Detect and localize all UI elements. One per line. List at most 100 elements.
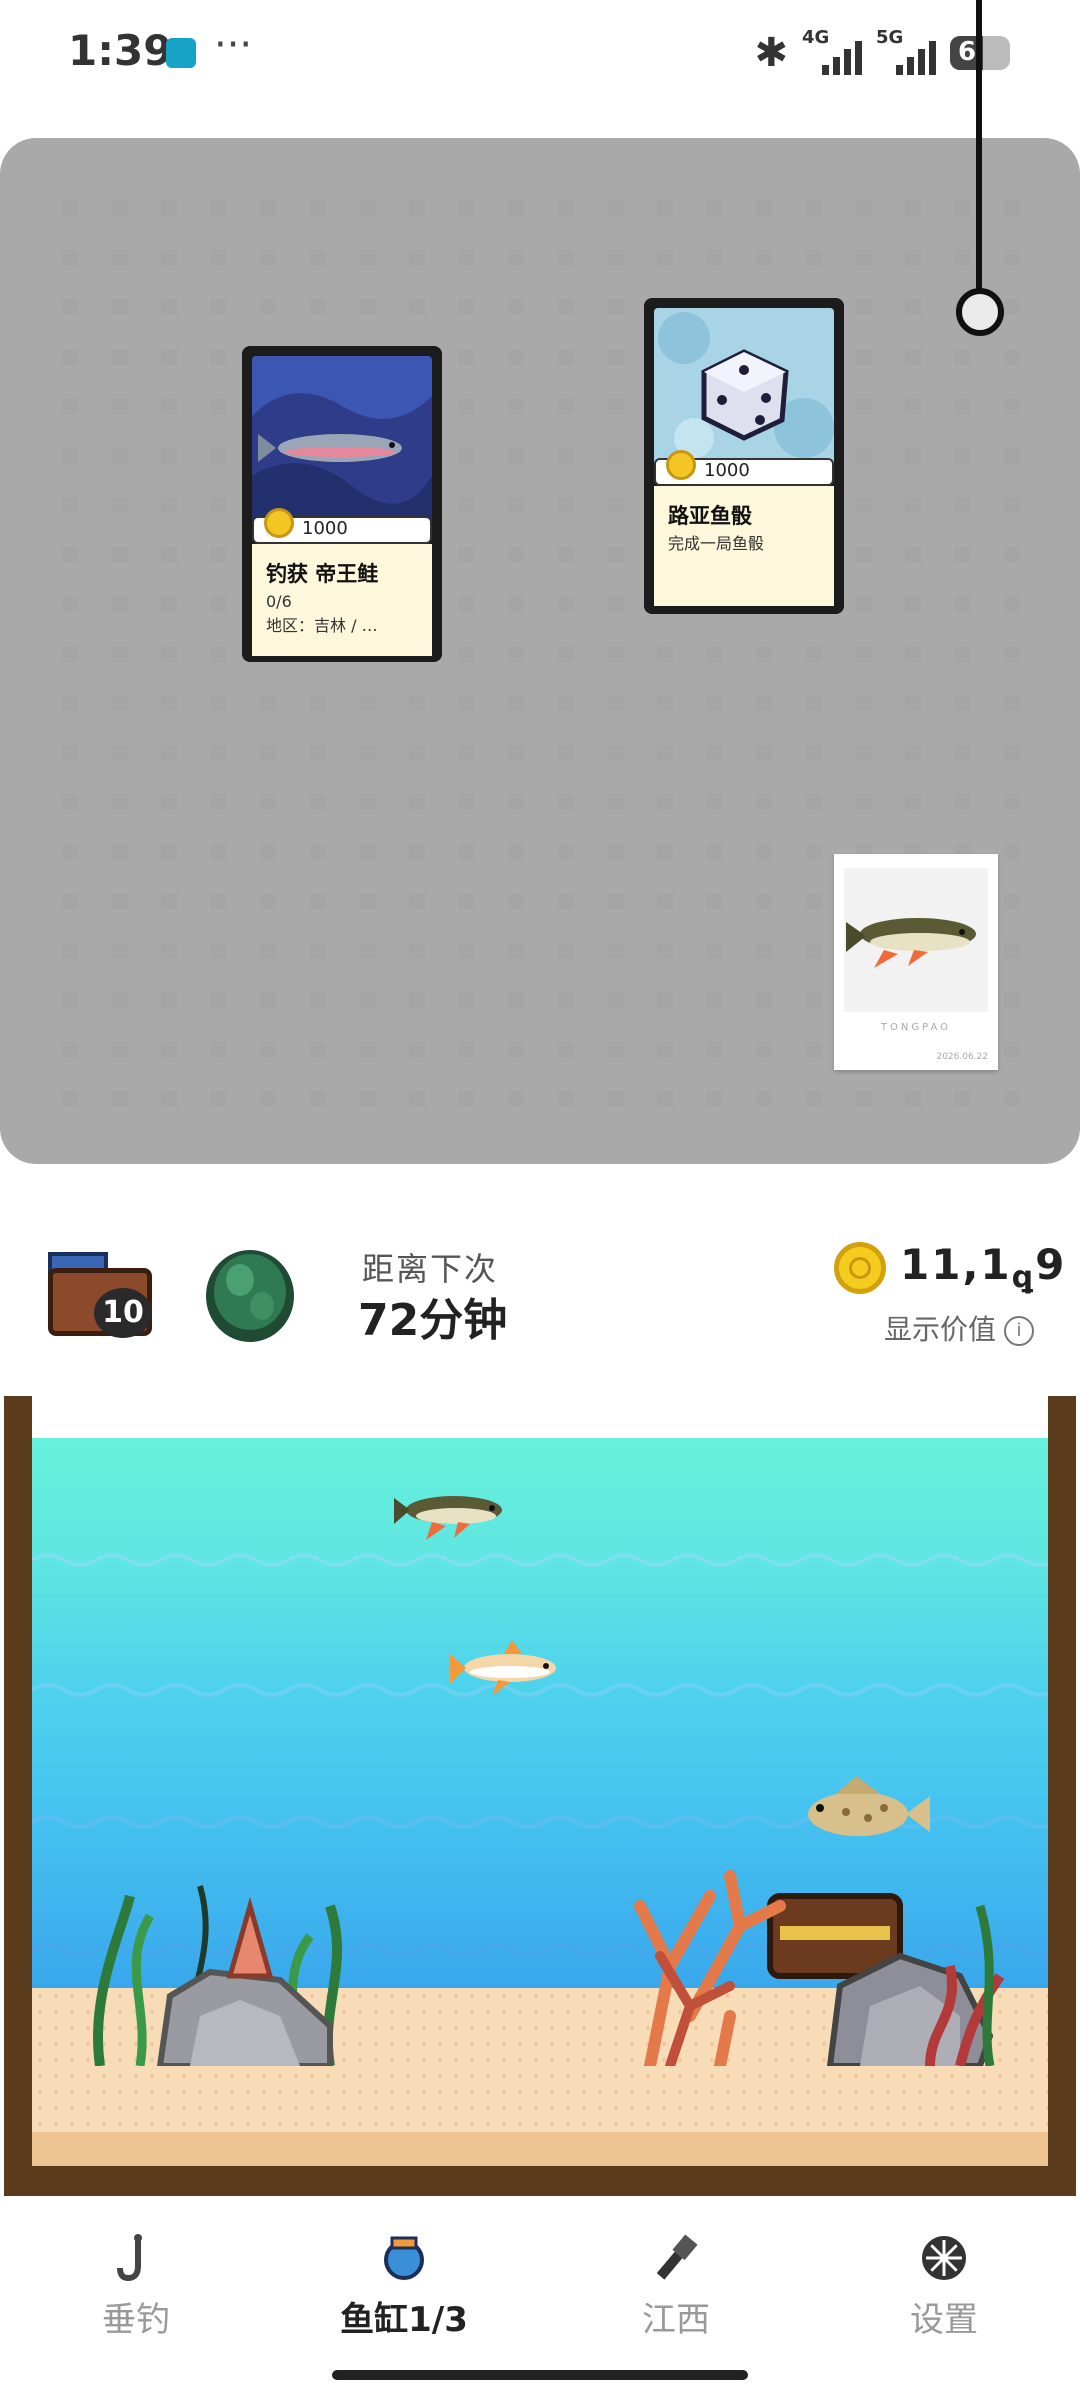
peg — [558, 497, 574, 513]
peg — [409, 200, 426, 216]
peg — [806, 1091, 822, 1107]
peg — [210, 695, 227, 711]
peg — [855, 596, 872, 612]
peg — [458, 546, 475, 563]
peg — [607, 299, 624, 315]
tab-fish-tank[interactable]: 鱼缸1/3 — [324, 2232, 484, 2341]
peg — [458, 398, 475, 414]
more-notifications-icon: ··· — [214, 22, 253, 68]
peg — [508, 942, 525, 959]
peg — [607, 1041, 624, 1058]
peg — [657, 992, 674, 1008]
peg — [855, 645, 872, 662]
peg — [62, 1091, 78, 1107]
peg — [706, 200, 723, 216]
peg — [458, 299, 475, 315]
peg — [210, 1091, 227, 1107]
peg — [558, 744, 574, 761]
peg — [62, 794, 78, 810]
peg — [706, 744, 723, 761]
tab-fishing[interactable]: 垂钓 — [56, 2232, 216, 2341]
peg — [310, 200, 326, 216]
peg — [111, 200, 128, 216]
peg — [855, 200, 872, 216]
peg — [607, 596, 624, 612]
signal-icon: 4G — [802, 27, 862, 75]
peg — [657, 1091, 674, 1107]
fish-catfish[interactable] — [392, 1482, 516, 1546]
fish-orange-minnow[interactable] — [448, 1638, 566, 1702]
info-icon[interactable]: i — [1004, 1316, 1035, 1346]
tab-label: 鱼缸1/3 — [340, 2300, 468, 2340]
tab-label: 设置 — [910, 2300, 978, 2340]
clock: 1:39 — [68, 26, 173, 75]
tab-region[interactable]: 江西 — [596, 2232, 756, 2341]
peg — [905, 1091, 922, 1107]
peg — [607, 447, 624, 464]
show-value-toggle[interactable]: 显示价值 i — [884, 1308, 1035, 1348]
peg — [458, 695, 475, 711]
peg — [558, 1041, 574, 1058]
peg — [1004, 794, 1021, 810]
peg — [657, 843, 674, 860]
peg — [1004, 546, 1021, 563]
peg — [210, 200, 227, 216]
peg — [161, 348, 178, 365]
peg — [359, 942, 376, 959]
peg — [905, 398, 922, 414]
peg — [260, 744, 277, 761]
peg — [1004, 695, 1021, 711]
treasure-chest-button[interactable]: 10 — [44, 1238, 156, 1338]
peg — [458, 1041, 475, 1058]
peg — [756, 249, 773, 266]
peg — [111, 348, 128, 365]
peg — [111, 299, 128, 315]
card-title: 路亚鱼骰 — [668, 504, 752, 528]
peg — [706, 992, 723, 1008]
peg — [1004, 942, 1021, 959]
peg — [1004, 1041, 1021, 1058]
home-indicator[interactable] — [332, 2370, 748, 2380]
fish-photo[interactable]: TONGPAO 2026.06.22 — [834, 854, 998, 1070]
peg — [161, 942, 178, 959]
peg — [210, 1041, 227, 1058]
peg — [806, 249, 822, 266]
peg — [1004, 398, 1021, 414]
peg — [458, 497, 475, 513]
peg — [210, 744, 227, 761]
peg — [161, 497, 178, 513]
peg — [161, 744, 178, 761]
peg — [310, 1041, 326, 1058]
peg — [905, 744, 922, 761]
seaweed-icon[interactable] — [200, 1236, 300, 1346]
aquarium[interactable] — [0, 1396, 1080, 2196]
peg — [210, 249, 227, 266]
peg — [260, 942, 277, 959]
peg — [558, 398, 574, 414]
peg — [409, 893, 426, 909]
tab-label: 垂钓 — [102, 2300, 170, 2340]
peg — [111, 596, 128, 612]
peg — [954, 200, 971, 216]
achievement-card-king-salmon[interactable]: 1000 钓获 帝王鲑 0/6 地区：吉林 / … — [242, 346, 442, 662]
tab-settings[interactable]: 设置 — [864, 2232, 1024, 2341]
peg — [161, 794, 178, 810]
fish-spotted-grouper[interactable] — [796, 1774, 932, 1850]
card-description: 完成一局鱼骰 — [668, 534, 765, 553]
card-art-dice — [654, 308, 834, 468]
card-title: 钓获 帝王鲑 — [266, 562, 379, 586]
card-price: 1000 — [252, 508, 432, 544]
peg — [458, 893, 475, 909]
hook-ring[interactable] — [956, 288, 1004, 336]
peg — [706, 1091, 723, 1107]
notification-app-icon — [166, 38, 196, 68]
peg — [508, 398, 525, 414]
peg — [806, 744, 822, 761]
peg — [657, 1041, 674, 1058]
peg — [359, 843, 376, 860]
achievement-card-dice[interactable]: 1000 路亚鱼骰 完成一局鱼骰 — [644, 298, 844, 614]
peg — [310, 249, 326, 266]
peg — [756, 200, 773, 216]
peg — [607, 249, 624, 266]
peg — [310, 1091, 326, 1107]
